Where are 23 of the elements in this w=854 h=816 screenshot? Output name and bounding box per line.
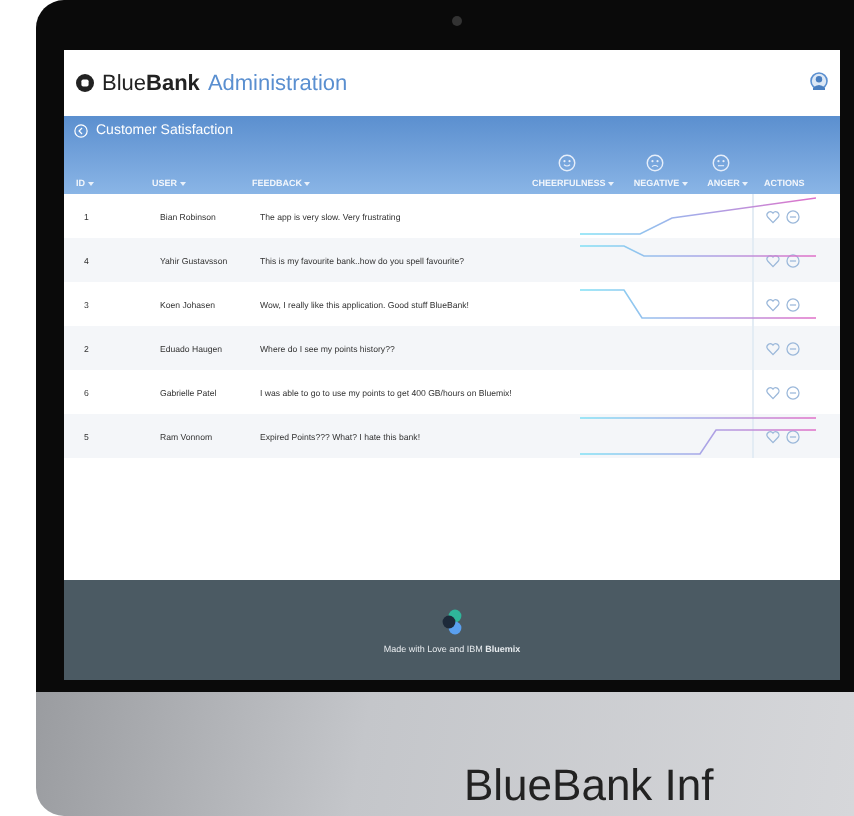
heart-icon[interactable]	[766, 385, 780, 399]
camera-icon	[452, 16, 462, 26]
heart-icon[interactable]	[766, 209, 780, 223]
minus-circle-icon[interactable]	[786, 253, 800, 267]
section-title: Administration	[207, 71, 350, 95]
minus-circle-icon[interactable]	[786, 341, 800, 355]
minus-circle-icon[interactable]	[786, 209, 800, 223]
minus-circle-icon[interactable]	[786, 429, 800, 443]
heart-icon[interactable]	[766, 429, 780, 443]
logo-icon	[440, 607, 464, 635]
minus-circle-icon[interactable]	[786, 385, 800, 399]
logo-icon	[76, 74, 94, 92]
heart-icon[interactable]	[766, 297, 780, 311]
frowning-face-icon	[645, 154, 664, 172]
minus-circle-icon[interactable]	[786, 297, 800, 311]
heart-icon[interactable]	[766, 341, 780, 355]
brand-name: BlueBank	[102, 71, 200, 95]
neutral-face-icon	[712, 154, 731, 172]
back-icon[interactable]	[74, 124, 88, 138]
caption-text: BlueBank Inf	[464, 760, 714, 810]
user-avatar-icon[interactable]	[810, 72, 828, 94]
smiling-face-icon	[557, 154, 576, 172]
heart-icon[interactable]	[766, 253, 780, 267]
